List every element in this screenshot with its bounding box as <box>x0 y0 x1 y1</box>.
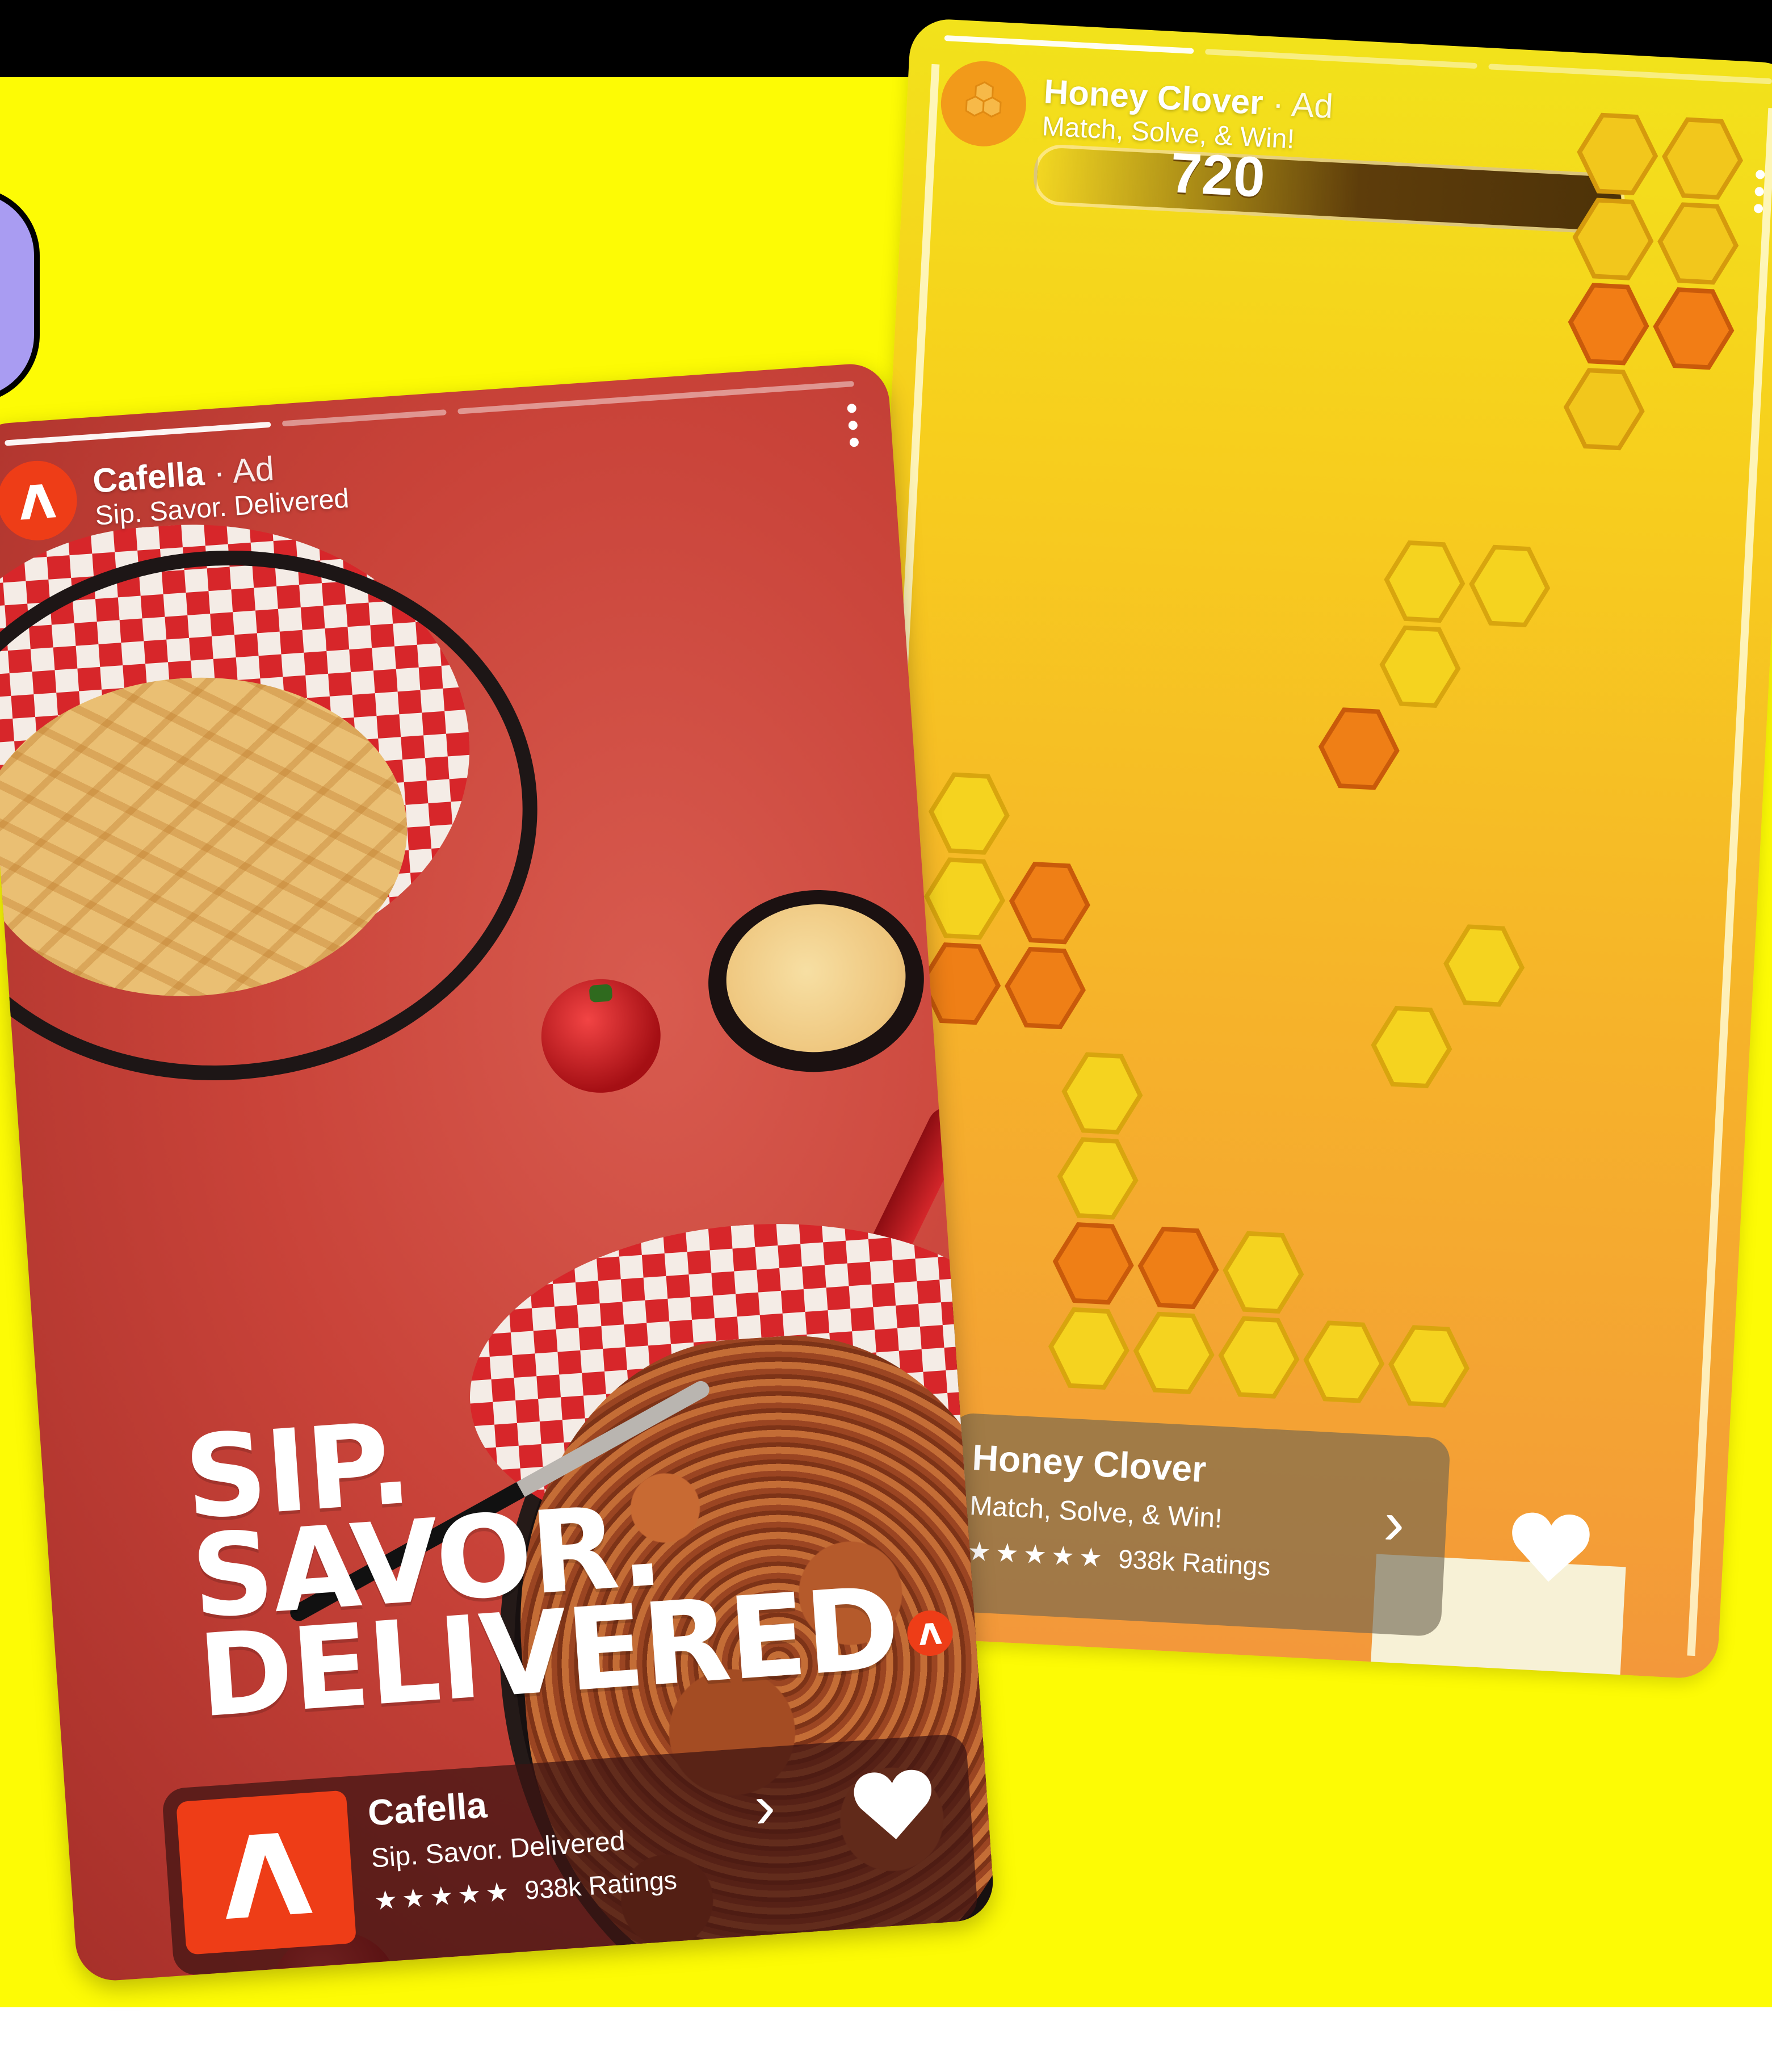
story-progress-segment-2 <box>282 409 447 427</box>
hex-tile <box>1371 1005 1452 1089</box>
cafella-ad-header[interactable]: Cafella · Ad Sip. Savor. Delivered <box>0 439 350 543</box>
hex-tile <box>1057 1137 1139 1220</box>
ratings-count: 938k Ratings <box>523 1865 678 1905</box>
score-value: 720 <box>1169 141 1267 209</box>
story-progress-segment-3 <box>1488 64 1772 85</box>
ratings-count: 938k Ratings <box>1117 1543 1271 1582</box>
hex-tile <box>1318 707 1400 790</box>
cafella-ad-card[interactable]: Cafella · Ad Sip. Savor. Delivered SIP. … <box>0 361 996 1983</box>
hex-tile <box>1563 368 1645 451</box>
hex-tile <box>1388 1325 1470 1408</box>
hex-tile <box>1005 946 1086 1030</box>
hex-tile <box>1469 544 1551 628</box>
ad-label: · Ad <box>212 449 276 492</box>
story-progress-segment-2 <box>1204 49 1477 69</box>
chevron-right-icon[interactable]: › <box>1382 1486 1406 1559</box>
star-rating-icon: ★★★★★ <box>967 1536 1108 1573</box>
story-progress-segment-1 <box>5 421 271 446</box>
honey-cta-panel[interactable]: Honey Clover Match, Solve, & Win! ★★★★★ … <box>941 1412 1451 1637</box>
hex-tile <box>1662 117 1744 200</box>
hex-tile <box>1009 862 1090 945</box>
hex-tile <box>1218 1316 1300 1399</box>
cafella-ad-header-text: Cafella · Ad Sip. Savor. Delivered <box>91 444 350 532</box>
heart-icon[interactable] <box>1506 1504 1595 1588</box>
chevron-right-icon[interactable]: › <box>752 1769 778 1843</box>
hex-tile <box>1443 924 1525 1007</box>
hex-tile <box>1572 198 1654 280</box>
hex-tile <box>924 857 1006 940</box>
hex-tile <box>1379 625 1461 708</box>
cafella-cta-rating: ★★★★★ 938k Ratings <box>373 1864 678 1916</box>
honey-cta-rating: ★★★★★ 938k Ratings <box>967 1536 1271 1582</box>
hex-tile <box>1577 112 1658 195</box>
heart-icon[interactable] <box>849 1761 939 1846</box>
more-options-icon[interactable] <box>847 403 859 447</box>
hex-tile <box>1653 287 1735 370</box>
cafella-brand-name: Cafella <box>91 454 206 500</box>
hex-tile <box>1223 1231 1304 1314</box>
cafella-logo-icon <box>0 458 80 543</box>
star-rating-icon: ★★★★★ <box>373 1876 515 1916</box>
honey-cta-subtitle: Match, Solve, & Win! <box>969 1490 1223 1534</box>
honey-clover-ad-card[interactable]: Honey Clover · Ad Match, Solve, & Win! 7… <box>826 17 1772 1680</box>
hex-tile <box>1052 1222 1134 1305</box>
story-progress-segment-1 <box>944 35 1194 54</box>
hex-tile <box>1303 1320 1385 1403</box>
hex-tile <box>1657 202 1739 285</box>
cafella-cta-title: Cafella <box>366 1784 489 1834</box>
cafella-cta-subtitle: Sip. Savor. Delivered <box>370 1826 626 1874</box>
hex-tile <box>1568 283 1649 366</box>
hex-tile <box>928 772 1010 855</box>
hex-tile <box>1384 540 1466 623</box>
hex-tile <box>1061 1052 1143 1135</box>
honey-cta-title: Honey Clover <box>971 1437 1207 1490</box>
pepper-stem <box>589 984 613 1003</box>
hex-tile <box>1133 1311 1215 1394</box>
cafella-app-icon <box>176 1790 357 1955</box>
hex-tile <box>1137 1226 1219 1310</box>
headline: SIP. SAVOR. DELIVERED <box>180 1381 902 1743</box>
honeycomb-logo-icon <box>939 58 1028 149</box>
hex-tile <box>1048 1307 1129 1390</box>
ad-label: · Ad <box>1271 84 1334 125</box>
